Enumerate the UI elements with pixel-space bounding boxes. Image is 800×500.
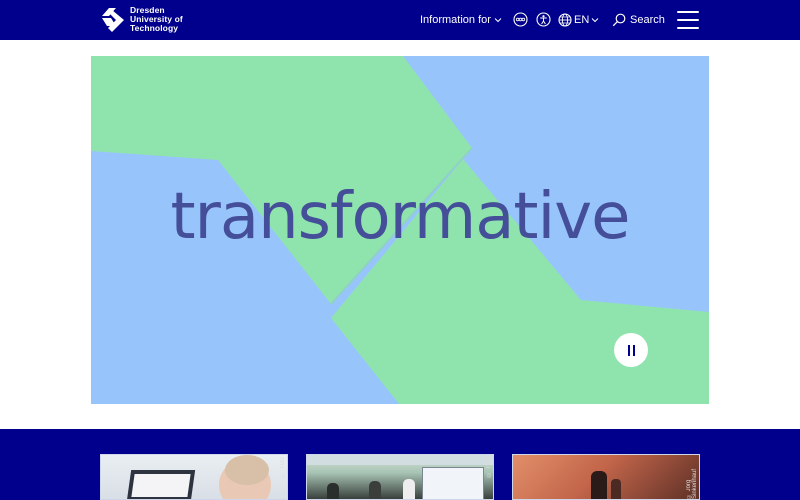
teaser-image-laptop: [126, 470, 196, 499]
image-credit: © Jörg Sinkenhauf: [686, 468, 698, 499]
teaser-image-person: [403, 479, 415, 499]
university-logo-mark-icon: [102, 8, 124, 32]
search-button[interactable]: Search: [612, 0, 665, 40]
globe-icon: [558, 13, 572, 27]
teaser-image-person: [369, 481, 381, 499]
teaser-image-screen: [422, 467, 484, 499]
teaser-card[interactable]: © TUD: [100, 454, 288, 500]
teaser-image-person: [219, 455, 271, 499]
accessibility-icon[interactable]: [536, 12, 551, 27]
site-header: Dresden University of Technology Informa…: [0, 0, 800, 40]
image-credit: © TUD: [280, 457, 286, 477]
university-logo[interactable]: Dresden University of Technology: [100, 6, 183, 34]
chevron-down-icon: [591, 18, 599, 23]
language-label: EN: [574, 14, 590, 26]
pause-icon-bar: [632, 344, 635, 356]
search-label: Search: [630, 14, 665, 26]
teaser-card[interactable]: © Jörg Sinkenhauf: [512, 454, 700, 500]
chevron-down-icon: [494, 18, 502, 23]
hero-banner: transformative: [91, 56, 709, 404]
teaser-image-musician: [611, 479, 621, 499]
pause-animation-button[interactable]: [614, 333, 648, 367]
teaser-section: © TUD © TUD © Jörg Sinkenhauf: [0, 429, 800, 500]
pause-icon: [627, 344, 630, 356]
image-credit: © TUD: [486, 457, 492, 477]
information-for-menu[interactable]: Information for: [420, 0, 502, 40]
search-icon: [612, 13, 626, 27]
teaser-card[interactable]: © TUD: [306, 454, 494, 500]
logo-line-3: Technology: [130, 23, 179, 33]
university-logo-text: Dresden University of Technology: [130, 6, 183, 33]
information-for-label: Information for: [420, 14, 491, 26]
sos-icon[interactable]: [513, 12, 528, 27]
hero-headline: transformative: [170, 180, 630, 254]
teaser-image-musician: [591, 471, 607, 499]
teaser-image-person: [327, 483, 339, 499]
hamburger-menu-icon[interactable]: [677, 11, 699, 29]
language-switcher[interactable]: EN: [558, 0, 599, 40]
teaser-image-ceiling: [307, 455, 493, 465]
